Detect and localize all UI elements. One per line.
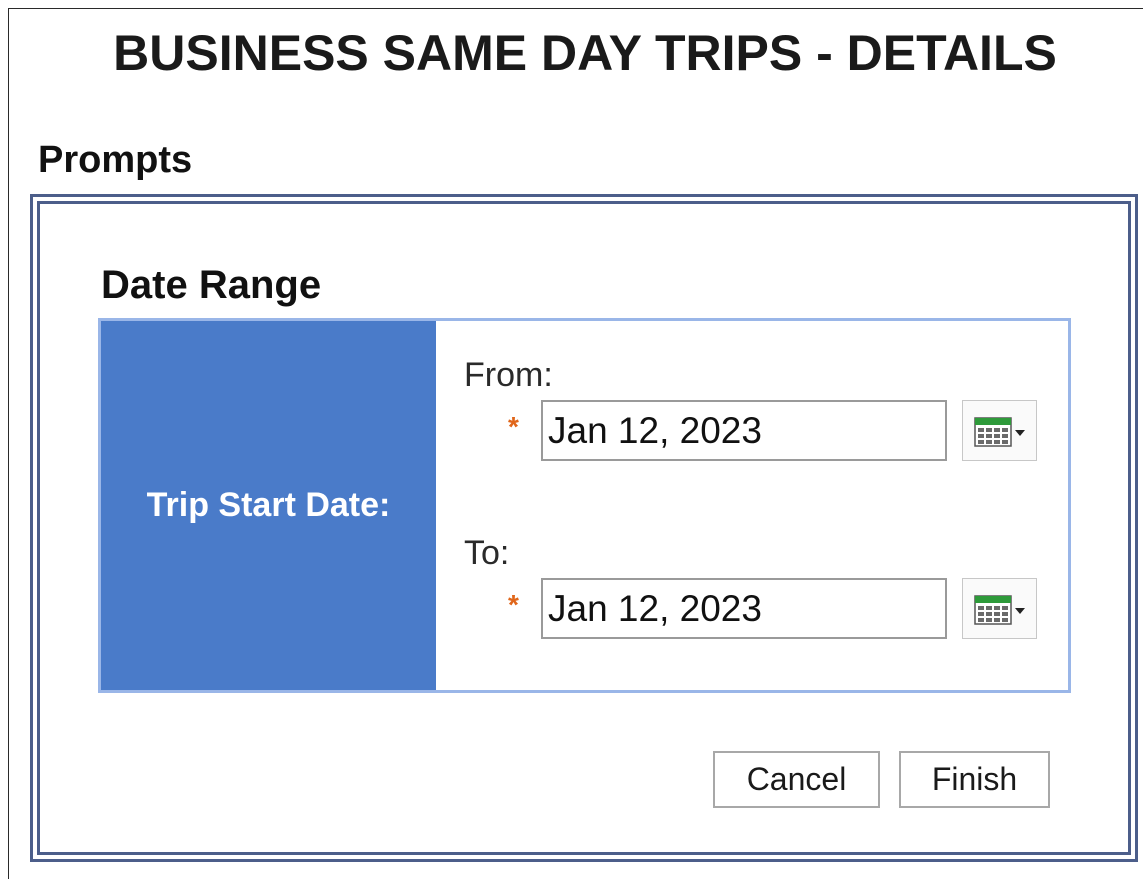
finish-button[interactable]: Finish xyxy=(899,751,1050,808)
report-title: BUSINESS SAME DAY TRIPS - DETAILS xyxy=(113,25,1057,81)
date-range-heading: Date Range xyxy=(101,263,322,307)
prompt-label-cell: Trip Start Date: xyxy=(101,321,436,690)
prompts-heading: Prompts xyxy=(38,139,193,181)
trip-start-date-label: Trip Start Date: xyxy=(146,486,391,524)
from-label: From: xyxy=(464,356,553,394)
to-date-input[interactable] xyxy=(541,578,947,639)
to-calendar-button[interactable] xyxy=(962,578,1037,639)
prompt-value-cell: From: * To: * xyxy=(436,321,1068,690)
to-required-icon: * xyxy=(508,589,519,620)
from-date-input[interactable] xyxy=(541,400,947,461)
cancel-button[interactable]: Cancel xyxy=(713,751,880,808)
from-calendar-button[interactable] xyxy=(962,400,1037,461)
to-label: To: xyxy=(464,534,510,572)
calendar-dropdown-icon xyxy=(972,413,1028,449)
from-required-icon: * xyxy=(508,411,519,442)
date-range-prompt: Trip Start Date: From: * To: * xyxy=(98,318,1071,693)
calendar-dropdown-icon xyxy=(972,591,1028,627)
